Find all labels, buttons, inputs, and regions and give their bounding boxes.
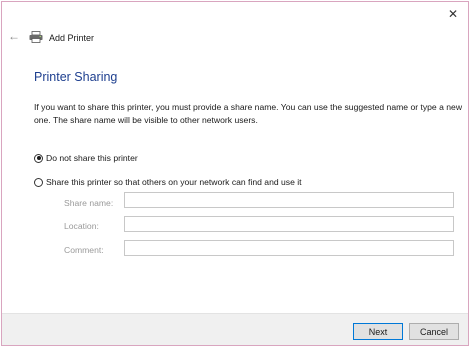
comment-field[interactable]: [124, 240, 454, 256]
radio-selected-icon[interactable]: [34, 153, 43, 163]
close-button[interactable]: ✕: [442, 4, 464, 24]
next-button[interactable]: Next: [353, 323, 403, 340]
back-arrow-icon: ←: [8, 29, 20, 43]
back-button[interactable]: ←: [7, 29, 21, 43]
share-name-field[interactable]: [124, 192, 454, 208]
page-title: Printer Sharing: [34, 70, 118, 84]
radio-do-not-share[interactable]: Do not share this printer: [34, 153, 138, 163]
page-description: If you want to share this printer, you m…: [34, 102, 463, 125]
location-field[interactable]: [124, 216, 454, 232]
location-label: Location:: [64, 221, 99, 231]
radio-unselected-icon[interactable]: [34, 177, 43, 187]
cancel-button[interactable]: Cancel: [409, 323, 459, 340]
printer-icon: [29, 31, 43, 43]
radio-share-printer[interactable]: Share this printer so that others on you…: [34, 177, 302, 187]
dialog-footer: Next Cancel: [2, 313, 468, 345]
share-name-label: Share name:: [64, 198, 114, 208]
comment-label: Comment:: [64, 245, 104, 255]
radio-do-not-share-label: Do not share this printer: [46, 153, 138, 163]
add-printer-window: ✕ ← Add Printer Printer Sharing If you w…: [1, 1, 469, 346]
window-title: Add Printer: [49, 33, 95, 43]
radio-share-printer-label: Share this printer so that others on you…: [46, 177, 302, 187]
close-icon: ✕: [447, 7, 459, 21]
